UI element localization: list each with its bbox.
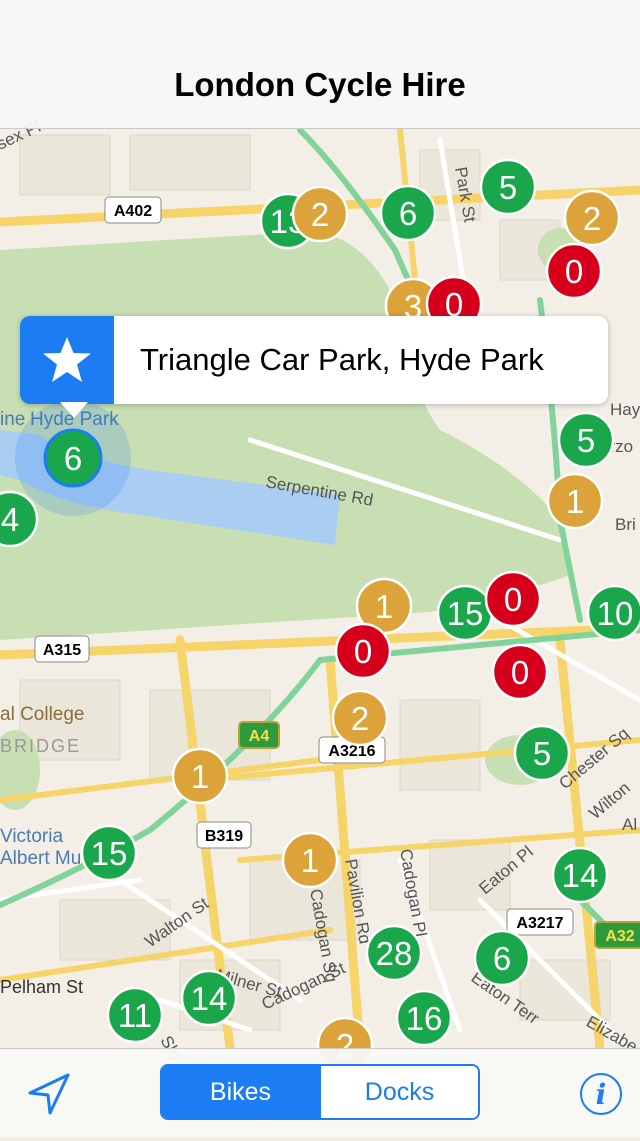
station-marker[interactable]: 0 <box>491 643 549 701</box>
label-knightsbridge: BRIDGE <box>0 736 81 756</box>
station-count: 5 <box>533 735 551 772</box>
station-marker[interactable]: 15 <box>80 824 138 882</box>
station-count: 14 <box>562 857 599 894</box>
station-marker[interactable]: 0 <box>334 622 392 680</box>
station-count: 10 <box>597 595 634 632</box>
station-count: 2 <box>351 700 369 737</box>
station-count: 0 <box>565 253 583 290</box>
station-marker[interactable]: 1 <box>546 472 604 530</box>
station-count: 1 <box>566 483 584 520</box>
segment-docks[interactable]: Docks <box>319 1066 478 1118</box>
station-marker[interactable]: 6 <box>379 184 437 242</box>
street-hay: Hay <box>610 400 640 419</box>
station-count: 0 <box>504 581 522 618</box>
street-bri: Bri <box>615 515 636 534</box>
station-count: 5 <box>499 169 517 206</box>
station-count: 0 <box>511 654 529 691</box>
station-count: 28 <box>376 935 413 972</box>
station-count: 11 <box>118 997 152 1034</box>
label-royal-college: al College <box>0 704 85 725</box>
road-label-a3216: A3216 <box>328 743 375 760</box>
street-al: Al <box>622 815 637 834</box>
station-marker[interactable]: 1 <box>281 831 339 889</box>
station-marker[interactable]: 5 <box>557 411 615 469</box>
station-marker[interactable]: 1 <box>171 747 229 805</box>
station-count: 14 <box>191 980 228 1017</box>
road-label-a32: A32 <box>605 928 634 945</box>
station-marker[interactable]: 2 <box>563 189 621 247</box>
callout-station-name: Triangle Car Park, Hyde Park <box>140 342 544 377</box>
bottom-toolbar: Bikes Docks i <box>0 1048 640 1137</box>
page-title: London Cycle Hire <box>174 66 466 103</box>
segment-bikes[interactable]: Bikes <box>162 1066 319 1118</box>
label-serpentine: ine <box>0 409 25 430</box>
station-count: 6 <box>64 440 82 477</box>
station-count: 2 <box>311 196 329 233</box>
station-marker[interactable]: 10 <box>586 584 640 642</box>
location-arrow-icon[interactable] <box>24 1071 72 1119</box>
station-marker[interactable]: 6 <box>43 428 103 488</box>
station-marker[interactable]: 14 <box>551 846 609 904</box>
station-marker[interactable]: 2 <box>331 689 389 747</box>
station-count: 1 <box>301 842 319 879</box>
station-count: 4 <box>1 501 19 538</box>
station-marker[interactable]: 28 <box>365 924 423 982</box>
station-count: 15 <box>447 595 484 632</box>
station-marker[interactable]: 11 <box>106 986 164 1044</box>
label-victoria: Victoria <box>0 826 63 847</box>
station-count: 5 <box>577 422 595 459</box>
station-marker[interactable]: 2 <box>291 185 349 243</box>
station-count: 6 <box>399 195 417 232</box>
info-icon[interactable]: i <box>580 1073 622 1115</box>
station-count: 16 <box>406 1000 443 1037</box>
station-marker[interactable]: 6 <box>473 929 531 987</box>
station-count: 0 <box>354 633 372 670</box>
station-marker[interactable]: 16 <box>395 989 453 1047</box>
station-marker[interactable]: 5 <box>513 724 571 782</box>
road-label-b319: B319 <box>205 828 243 845</box>
road-label-a3217: A3217 <box>516 915 563 932</box>
callout-pointer <box>60 402 88 418</box>
station-count: 15 <box>91 835 128 872</box>
station-marker[interactable]: 0 <box>545 242 603 300</box>
star-icon[interactable] <box>20 316 114 404</box>
station-marker[interactable]: 0 <box>484 570 542 628</box>
station-count: 1 <box>191 758 209 795</box>
map-canvas: A402 A315 A4 A3216 B319 A3217 A32 Serpen… <box>0 0 640 1136</box>
station-marker[interactable]: 15 <box>436 584 494 642</box>
station-marker[interactable]: 14 <box>180 969 238 1027</box>
map-view[interactable]: A402 A315 A4 A3216 B319 A3217 A32 Serpen… <box>0 0 640 1136</box>
street-pelham-st: Pelham St <box>0 977 83 997</box>
road-label-a402: A402 <box>114 203 152 220</box>
station-count: 6 <box>493 940 511 977</box>
station-marker[interactable]: 5 <box>479 158 537 216</box>
navigation-bar: London Cycle Hire <box>0 0 640 129</box>
road-label-a4: A4 <box>249 728 270 745</box>
station-count: 1 <box>375 588 393 625</box>
bikes-docks-segmented-control[interactable]: Bikes Docks <box>160 1064 480 1120</box>
station-callout[interactable]: Triangle Car Park, Hyde Park <box>20 316 608 418</box>
station-count: 2 <box>583 200 601 237</box>
road-label-a315: A315 <box>43 642 81 659</box>
